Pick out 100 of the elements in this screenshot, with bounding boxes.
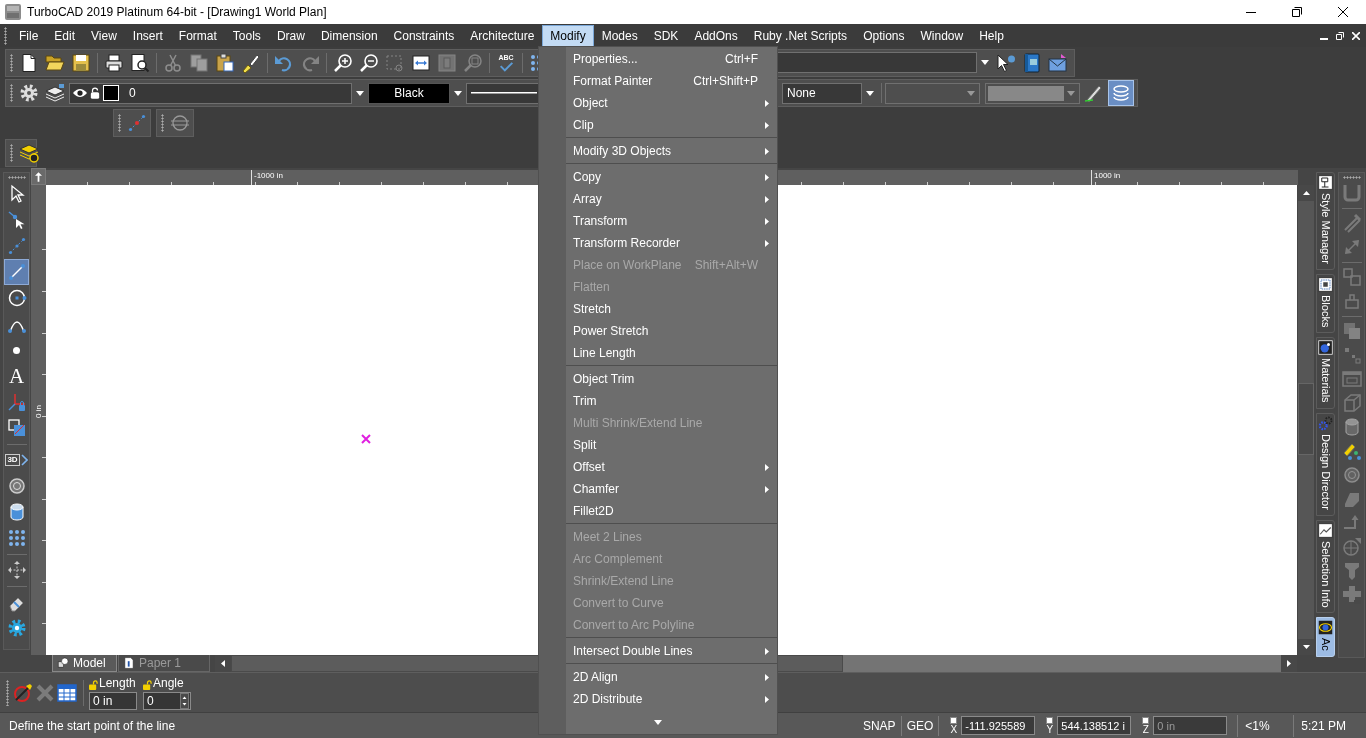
menu-item[interactable]: Fillet2D [539, 500, 777, 522]
menu-item[interactable]: Trim [539, 390, 777, 412]
menu-item[interactable]: Offset [539, 456, 777, 478]
menu-bar-item[interactable]: Draw [268, 24, 313, 47]
menu-bar-item[interactable]: SDK [645, 24, 687, 47]
pointer-icon[interactable] [996, 52, 1016, 73]
combo-field[interactable] [985, 82, 1080, 104]
menu-bar-item[interactable]: Constraints [385, 24, 463, 47]
menu-bar-item[interactable]: Window [912, 24, 972, 47]
layers-icon[interactable] [45, 83, 65, 103]
frame-arrows-icon[interactable] [411, 52, 431, 73]
dropdown-caret-icon[interactable] [981, 60, 989, 65]
grip-handle[interactable] [10, 144, 13, 162]
paintbrush-icon[interactable] [241, 52, 261, 73]
menu-item[interactable]: Object Trim [539, 368, 777, 390]
palette-tab[interactable]: Style Manager [1316, 172, 1335, 270]
menu-item[interactable]: Intersect Double Lines [539, 640, 777, 662]
menu-bar-item[interactable]: Dimension [312, 24, 386, 47]
grip-handle[interactable] [6, 679, 9, 706]
padlock-icon[interactable] [143, 679, 152, 690]
grip-handle[interactable] [7, 176, 26, 179]
menu-bar-item[interactable]: Insert [124, 24, 171, 47]
coordinate-field[interactable]: -111.925589 [961, 716, 1036, 735]
dropdown-caret-icon[interactable] [356, 90, 364, 96]
menu-bar-item[interactable]: Format [170, 24, 225, 47]
palette-tab[interactable]: Selection Info [1316, 519, 1335, 614]
menu-item[interactable]: 2D Distribute [539, 688, 777, 710]
menu-item[interactable]: Chamfer [539, 478, 777, 500]
combo-field[interactable] [777, 52, 977, 73]
page-magnifier-icon[interactable] [130, 52, 150, 73]
tool-button[interactable]: 3D [4, 447, 29, 473]
layer-combo[interactable]: 0 [69, 82, 352, 104]
palette-tab[interactable]: Ac [1316, 617, 1335, 658]
layers-icon[interactable] [19, 143, 39, 163]
striped-sphere-icon[interactable] [170, 113, 190, 133]
menu-bar-item[interactable]: Edit [46, 24, 84, 47]
menu-bar-item[interactable]: Architecture [462, 24, 543, 47]
color-combo[interactable]: Black [368, 82, 450, 104]
grip-handle[interactable] [10, 84, 13, 102]
ruler-corner-button[interactable] [31, 168, 46, 185]
menu-bar-item[interactable]: View [83, 24, 125, 47]
scroll-down-icon[interactable] [654, 720, 662, 725]
toggle-button[interactable] [1108, 80, 1134, 106]
document-tab[interactable]: Model [52, 655, 117, 672]
menu-item[interactable]: Object [539, 92, 777, 114]
combo-field[interactable]: None [782, 82, 862, 104]
menu-item[interactable]: Transform [539, 210, 777, 232]
close-icon[interactable] [1338, 7, 1348, 17]
scroll-up-button[interactable] [1298, 185, 1314, 201]
clipboard-icon[interactable] [215, 52, 235, 73]
menu-item[interactable]: Transform Recorder [539, 232, 777, 254]
table-icon[interactable] [57, 682, 77, 703]
grip-handle[interactable] [10, 53, 13, 72]
folder-icon[interactable] [45, 52, 65, 73]
menu-item[interactable]: Line Length [539, 342, 777, 364]
combo-field[interactable] [885, 82, 980, 104]
menu-item[interactable]: Power Stretch [539, 320, 777, 342]
padlock-icon[interactable] [89, 679, 98, 690]
menu-bar-item[interactable]: Modify [542, 24, 594, 47]
checkbox[interactable] [1046, 716, 1054, 724]
status-toggle[interactable]: SNAP [857, 715, 902, 736]
menu-item[interactable]: Modify 3D Objects [539, 140, 777, 162]
scroll-left-button[interactable] [215, 655, 231, 672]
menu-bar-item[interactable]: Options [855, 24, 913, 47]
padlock-icon[interactable] [90, 87, 100, 99]
minimize-icon[interactable] [1246, 11, 1256, 13]
document-icon[interactable] [19, 52, 39, 73]
dropdown-caret-icon[interactable] [866, 90, 874, 96]
palette-tab[interactable]: Blocks [1316, 273, 1335, 334]
menu-item[interactable]: Clip [539, 114, 777, 136]
gear-icon[interactable] [19, 83, 39, 103]
status-toggle[interactable]: GEO [901, 715, 940, 736]
printer-icon[interactable] [104, 52, 124, 73]
palette-tab[interactable]: Design Director [1316, 412, 1335, 516]
scroll-down-button[interactable] [1298, 639, 1314, 655]
spinner-arrows-icon[interactable] [180, 692, 189, 709]
menu-bar-item[interactable]: Ruby .Net Scripts [745, 24, 856, 47]
menu-item[interactable]: Stretch [539, 298, 777, 320]
zoom-in-icon[interactable] [333, 52, 353, 73]
grip-handle[interactable] [1342, 176, 1361, 179]
spin-field[interactable]: 0 [143, 691, 191, 710]
restore-icon[interactable] [1292, 7, 1302, 17]
checkbox[interactable] [950, 716, 958, 724]
line-pen-icon[interactable] [13, 682, 33, 703]
menu-item[interactable]: Format Painter Ctrl+Shift+P [539, 70, 777, 92]
scrollbar-thumb[interactable] [1298, 383, 1314, 455]
eye-icon[interactable] [73, 88, 87, 98]
menu-item[interactable]: Copy [539, 166, 777, 188]
dropdown-caret-icon[interactable] [454, 90, 462, 96]
tool-button[interactable]: A [4, 363, 29, 389]
menu-bar-item[interactable]: Tools [224, 24, 269, 47]
menu-bar-item[interactable]: Help [971, 24, 1012, 47]
book-icon[interactable] [1022, 52, 1042, 73]
scroll-right-button[interactable] [1281, 655, 1297, 672]
menu-item[interactable]: Properties... Ctrl+F [539, 48, 777, 70]
zoom-out-icon[interactable] [359, 52, 379, 73]
menu-item[interactable]: 2D Align [539, 666, 777, 688]
menu-bar-item[interactable]: Modes [593, 24, 646, 47]
coordinate-field[interactable]: 544.138512 i [1057, 716, 1132, 735]
menu-bar-item[interactable]: AddOns [686, 24, 746, 47]
